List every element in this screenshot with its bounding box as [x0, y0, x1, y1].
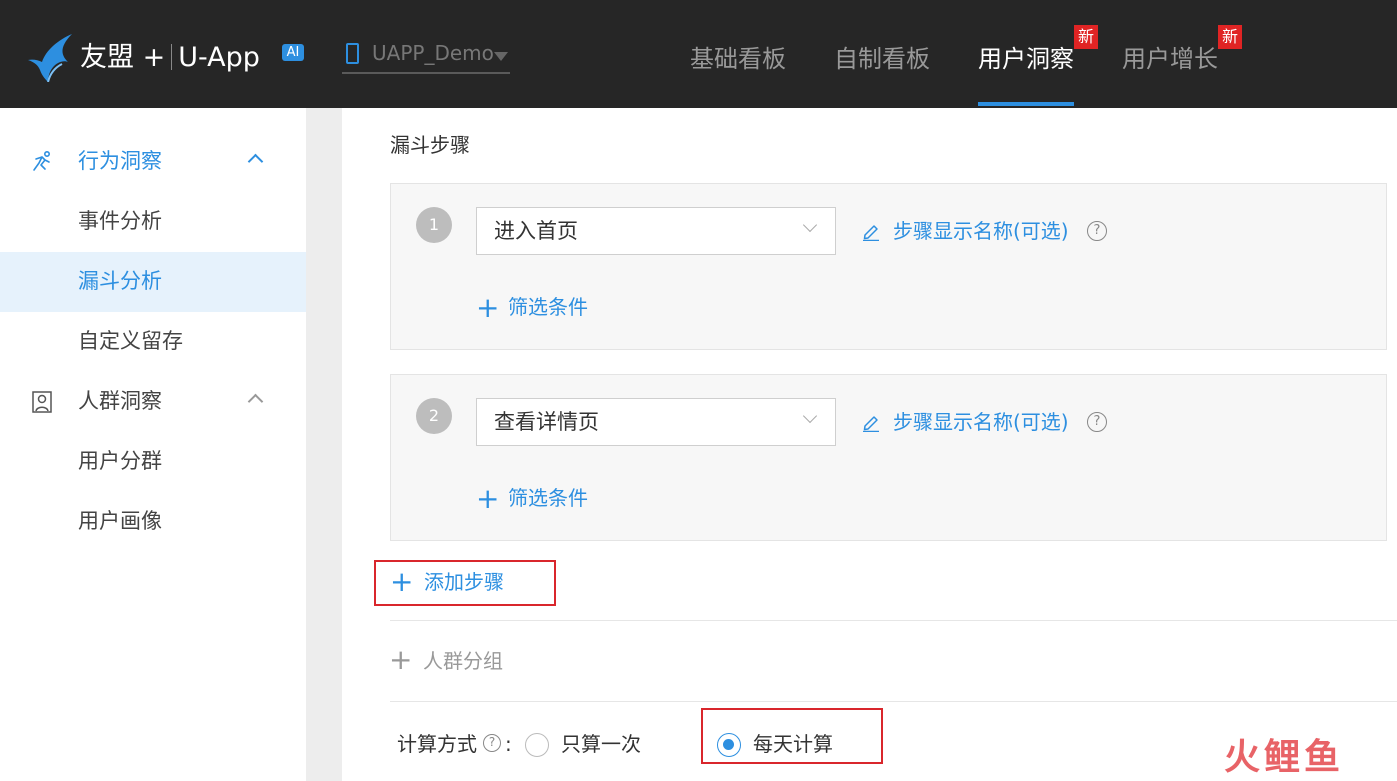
sidebar-item-user-segment[interactable]: 用户分群 — [0, 432, 306, 492]
funnel-steps-title: 漏斗步骤 — [390, 133, 470, 157]
chevron-up-icon — [247, 393, 264, 410]
radio-label-calculate-daily[interactable]: 每天计算 — [753, 730, 833, 758]
step-display-name-link[interactable]: 步骤显示名称(可选) — [893, 217, 1069, 245]
top-navigation-bar: 友盟 + U-App AI UAPP_Demo 基础看板 自制看板 用户洞察 新 … — [0, 0, 1397, 108]
section-divider — [390, 701, 1397, 702]
phone-icon — [346, 43, 359, 64]
calculation-colon: : — [505, 732, 512, 756]
sidebar-item-funnel-analysis[interactable]: 漏斗分析 — [0, 252, 306, 312]
new-badge: 新 — [1074, 25, 1098, 49]
watermark-logo: 火鲤鱼 — [1224, 737, 1345, 778]
radio-label-calculate-once[interactable]: 只算一次 — [561, 730, 641, 758]
sidebar: 行为洞察 事件分析 漏斗分析 自定义留存 人群洞察 用户分群 用户画像 — [0, 108, 306, 781]
chevron-down-icon — [802, 217, 818, 233]
edit-pencil-icon[interactable] — [861, 412, 881, 432]
funnel-step-card: 2 查看详情页 步骤显示名称(可选) ? + 筛选条件 — [390, 374, 1387, 541]
umeng-swallow-logo-icon — [28, 34, 72, 82]
section-divider — [390, 620, 1397, 621]
sidebar-item-label: 自定义留存 — [78, 329, 183, 353]
add-step-button[interactable]: + 添加步骤 — [374, 560, 556, 606]
step-event-select[interactable]: 查看详情页 — [476, 398, 836, 446]
plus-icon[interactable]: + — [389, 645, 412, 675]
step-number: 1 — [416, 207, 452, 243]
app-selector-dropdown[interactable]: UAPP_Demo — [342, 40, 510, 74]
add-filter-condition-link[interactable]: 筛选条件 — [508, 293, 588, 321]
brand-name: 友盟 + — [80, 42, 166, 73]
funnel-step-card: 1 进入首页 步骤显示名称(可选) ? + 筛选条件 — [390, 183, 1387, 350]
sidebar-group-label: 行为洞察 — [78, 149, 162, 173]
sidebar-gutter — [306, 108, 342, 781]
person-portrait-icon — [32, 391, 52, 413]
nav-tab-user-growth[interactable]: 用户增长 — [1122, 42, 1218, 76]
sidebar-item-label: 用户分群 — [78, 449, 162, 473]
step-event-value: 查看详情页 — [494, 410, 599, 434]
chevron-down-icon — [802, 408, 818, 424]
plus-icon[interactable]: + — [476, 485, 499, 513]
active-tab-indicator — [978, 102, 1074, 106]
plus-icon: + — [390, 565, 414, 598]
add-step-label: 添加步骤 — [424, 570, 504, 594]
radio-calculate-once[interactable] — [525, 733, 549, 757]
sidebar-item-label: 漏斗分析 — [78, 269, 162, 293]
nav-tab-custom-dashboard[interactable]: 自制看板 — [834, 42, 930, 76]
crowd-group-button[interactable]: 人群分组 — [423, 647, 503, 675]
new-badge: 新 — [1218, 25, 1242, 49]
help-question-icon[interactable]: ? — [1087, 221, 1107, 241]
brand-divider — [171, 44, 173, 70]
nav-tab-basic-dashboard[interactable]: 基础看板 — [690, 42, 786, 76]
step-display-name-link[interactable]: 步骤显示名称(可选) — [893, 408, 1069, 436]
product-name: U-App — [178, 42, 260, 73]
brand-logo-text[interactable]: 友盟 + U-App — [80, 40, 260, 76]
sidebar-item-custom-retention[interactable]: 自定义留存 — [0, 312, 306, 372]
sidebar-item-label: 事件分析 — [78, 209, 162, 233]
edit-pencil-icon[interactable] — [861, 221, 881, 241]
caret-down-icon — [494, 52, 508, 61]
sidebar-item-event-analysis[interactable]: 事件分析 — [0, 192, 306, 252]
nav-tab-user-insight[interactable]: 用户洞察 — [978, 42, 1074, 76]
add-filter-condition-link[interactable]: 筛选条件 — [508, 484, 588, 512]
help-question-icon[interactable]: ? — [483, 734, 501, 752]
ai-badge: AI — [282, 44, 304, 61]
sidebar-group-behavior-insight[interactable]: 行为洞察 — [0, 132, 306, 192]
radio-calculate-daily[interactable] — [717, 733, 741, 757]
sidebar-group-label: 人群洞察 — [78, 389, 162, 413]
step-event-select[interactable]: 进入首页 — [476, 207, 836, 255]
plus-icon[interactable]: + — [476, 294, 499, 322]
sidebar-item-user-profile[interactable]: 用户画像 — [0, 492, 306, 552]
sidebar-item-label: 用户画像 — [78, 509, 162, 533]
app-selector-value: UAPP_Demo — [372, 41, 494, 65]
running-person-icon — [33, 150, 51, 171]
step-number: 2 — [416, 398, 452, 434]
calculation-method-label: 计算方式 — [397, 732, 477, 756]
help-question-icon[interactable]: ? — [1087, 412, 1107, 432]
chevron-up-icon — [247, 153, 264, 170]
step-event-value: 进入首页 — [494, 219, 578, 243]
sidebar-group-crowd-insight[interactable]: 人群洞察 — [0, 372, 306, 432]
